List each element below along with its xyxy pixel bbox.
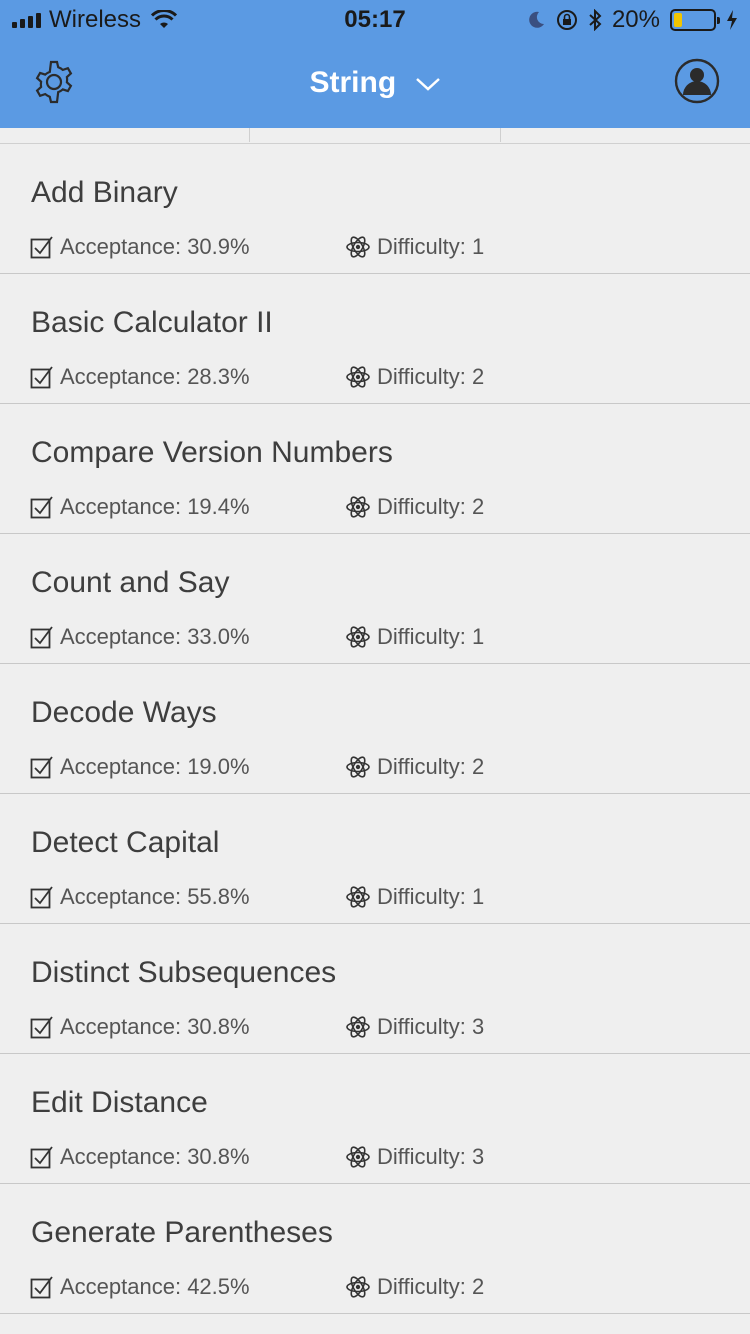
status-right: 20% [526, 6, 738, 34]
problem-name: Basic Calculator II [31, 306, 273, 339]
chevron-down-icon [415, 78, 440, 91]
checkbox-icon [30, 1276, 53, 1299]
problem-meta: Acceptance: 30.8% Difficulty: 3 [30, 1144, 730, 1170]
acceptance-label: Acceptance: 30.9% [60, 234, 250, 259]
atom-icon [346, 886, 370, 908]
problem-meta: Acceptance: 30.9% Difficulty: 1 [30, 234, 730, 260]
nav-bar: String [0, 40, 750, 128]
problem-row[interactable]: Edit Distance Acceptance: 30.8% Difficul… [0, 1054, 750, 1184]
acceptance: Acceptance: 19.0% [30, 754, 345, 780]
acceptance-label: Acceptance: 30.8% [60, 1144, 250, 1169]
atom-icon [346, 366, 370, 388]
problem-meta: Acceptance: 55.8% Difficulty: 1 [30, 884, 730, 910]
atom-icon [346, 1146, 370, 1168]
problem-row[interactable]: Count and Say Acceptance: 33.0% Difficul… [0, 534, 750, 664]
problem-row[interactable]: Detect Capital Acceptance: 55.8% Difficu… [0, 794, 750, 924]
acceptance: Acceptance: 33.0% [30, 624, 345, 650]
acceptance-label: Acceptance: 55.8% [60, 884, 250, 909]
problem-meta: Acceptance: 30.8% Difficulty: 3 [30, 1014, 730, 1040]
acceptance: Acceptance: 28.3% [30, 364, 345, 390]
segment-divider [500, 128, 501, 142]
acceptance: Acceptance: 30.8% [30, 1144, 345, 1170]
atom-icon [346, 626, 370, 648]
problem-row[interactable]: Add Binary Acceptance: 30.9% Difficulty:… [0, 144, 750, 274]
difficulty: Difficulty: 3 [345, 1014, 484, 1040]
problem-row[interactable]: Basic Calculator II Acceptance: 28.3% Di… [0, 274, 750, 404]
acceptance: Acceptance: 19.4% [30, 494, 345, 520]
checkbox-icon [30, 756, 53, 779]
acceptance-label: Acceptance: 42.5% [60, 1274, 250, 1299]
problem-meta: Acceptance: 19.4% Difficulty: 2 [30, 494, 730, 520]
checkbox-icon [30, 626, 53, 649]
problem-row[interactable]: Decode Ways Acceptance: 19.0% Difficulty… [0, 664, 750, 794]
moon-icon [529, 11, 544, 28]
atom-icon [346, 1276, 370, 1298]
acceptance-label: Acceptance: 33.0% [60, 624, 250, 649]
problem-name: Compare Version Numbers [31, 436, 393, 469]
difficulty: Difficulty: 1 [345, 624, 484, 650]
acceptance: Acceptance: 55.8% [30, 884, 345, 910]
atom-icon [346, 1016, 370, 1038]
problem-row[interactable]: Compare Version Numbers Acceptance: 19.4… [0, 404, 750, 534]
atom-icon [346, 496, 370, 518]
checkbox-icon [30, 1146, 53, 1169]
difficulty: Difficulty: 2 [345, 754, 484, 780]
acceptance-label: Acceptance: 30.8% [60, 1014, 250, 1039]
rotation-lock-icon [556, 10, 577, 30]
segment-divider [249, 128, 250, 142]
battery-percent: 20% [611, 6, 660, 33]
problem-name: Generate Parentheses [31, 1216, 333, 1249]
acceptance: Acceptance: 42.5% [30, 1274, 345, 1300]
difficulty: Difficulty: 1 [345, 884, 484, 910]
problem-meta: Acceptance: 33.0% Difficulty: 1 [30, 624, 730, 650]
difficulty-label: Difficulty: 1 [377, 624, 485, 649]
problem-list: Add Binary Acceptance: 30.9% Difficulty:… [0, 144, 750, 1314]
checkbox-icon [30, 496, 53, 519]
checkbox-icon [30, 236, 53, 259]
problem-name: Edit Distance [31, 1086, 208, 1119]
problem-name: Add Binary [31, 176, 178, 209]
problem-row[interactable]: Generate Parentheses Acceptance: 42.5% D… [0, 1184, 750, 1314]
checkbox-icon [30, 366, 53, 389]
acceptance-label: Acceptance: 19.4% [60, 494, 250, 519]
difficulty-label: Difficulty: 2 [377, 1274, 485, 1299]
difficulty: Difficulty: 2 [345, 1274, 484, 1300]
difficulty: Difficulty: 3 [345, 1144, 484, 1170]
atom-icon [346, 756, 370, 778]
battery-level [674, 13, 682, 27]
difficulty-label: Difficulty: 3 [377, 1144, 485, 1169]
difficulty-label: Difficulty: 1 [377, 234, 485, 259]
difficulty: Difficulty: 2 [345, 364, 484, 390]
difficulty: Difficulty: 2 [345, 494, 484, 520]
checkbox-icon [30, 1016, 53, 1039]
category-title: String [309, 66, 397, 99]
problem-row[interactable]: Distinct Subsequences Acceptance: 30.8% [0, 924, 750, 1054]
problem-name: Distinct Subsequences [31, 956, 337, 989]
status-bar: Wireless 05:17 20% [0, 0, 750, 40]
category-dropdown[interactable]: String [0, 66, 750, 100]
checkbox-icon [30, 886, 53, 909]
charging-icon [727, 10, 737, 30]
difficulty-label: Difficulty: 2 [377, 494, 485, 519]
difficulty-label: Difficulty: 2 [377, 364, 485, 389]
atom-icon [346, 236, 370, 258]
problem-meta: Acceptance: 42.5% Difficulty: 2 [30, 1274, 730, 1300]
difficulty-label: Difficulty: 2 [377, 754, 485, 779]
difficulty: Difficulty: 1 [345, 234, 484, 260]
problem-name: Count and Say [31, 566, 230, 599]
battery-icon [670, 9, 720, 31]
problem-name: Detect Capital [31, 826, 220, 859]
difficulty-label: Difficulty: 1 [377, 884, 485, 909]
acceptance-label: Acceptance: 19.0% [60, 754, 250, 779]
problem-meta: Acceptance: 28.3% Difficulty: 2 [30, 364, 730, 390]
acceptance: Acceptance: 30.8% [30, 1014, 345, 1040]
person-icon[interactable] [674, 58, 720, 104]
problem-name: Decode Ways [31, 696, 217, 729]
bluetooth-icon [589, 9, 602, 31]
acceptance: Acceptance: 30.9% [30, 234, 345, 260]
acceptance-label: Acceptance: 28.3% [60, 364, 250, 389]
difficulty-label: Difficulty: 3 [377, 1014, 485, 1039]
problem-meta: Acceptance: 19.0% Difficulty: 2 [30, 754, 730, 780]
segment-strip [0, 128, 750, 144]
